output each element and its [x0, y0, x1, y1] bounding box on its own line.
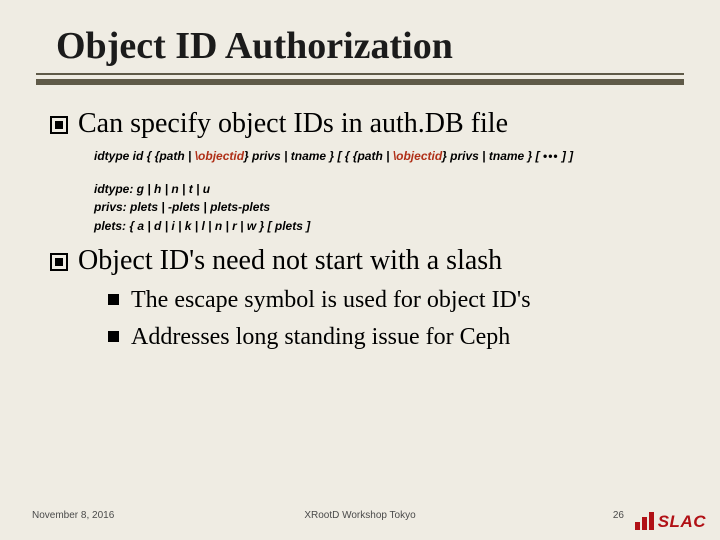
code-seg: } privs | tname } [: [442, 149, 543, 163]
content: Can specify object IDs in auth.DB file i…: [50, 106, 684, 353]
slide-title: Object ID Authorization: [56, 24, 684, 68]
bullet-icon: [50, 116, 68, 134]
bullet-lvl1: Can specify object IDs in auth.DB file: [50, 106, 684, 141]
code-key: \objectid: [195, 149, 244, 163]
code-line: plets: { a | d | i | k | l | n | r | w }…: [94, 217, 684, 236]
slac-logo: SLAC: [635, 512, 706, 530]
title-rule: [36, 70, 684, 84]
sub-bullet-text: The escape symbol is used for object ID'…: [131, 284, 531, 316]
code-line: privs: plets | -plets | plets-plets: [94, 198, 684, 217]
bullet-icon: [50, 253, 68, 271]
rule-notch: [46, 91, 58, 105]
square-bullet-icon: [108, 294, 119, 305]
code-line: idtype: g | h | n | t | u: [94, 180, 684, 199]
sub-bullet-text: Addresses long standing issue for Ceph: [131, 321, 510, 353]
bullet-lvl1: Object ID's need not start with a slash: [50, 243, 684, 278]
code-seg: ] ]: [559, 149, 574, 163]
ellipsis-icon: •••: [543, 149, 559, 163]
slac-logo-text: SLAC: [658, 513, 706, 530]
slac-mark-icon: [635, 512, 654, 530]
bullet-lvl2: Addresses long standing issue for Ceph: [108, 321, 684, 353]
title-block: Object ID Authorization: [56, 24, 684, 68]
square-bullet-icon: [108, 331, 119, 342]
code-block: idtype id { {path | \objectid} privs | t…: [94, 147, 684, 235]
code-line: idtype id { {path | \objectid} privs | t…: [94, 147, 684, 166]
page-number: 26: [613, 510, 624, 521]
code-seg: idtype id { {path |: [94, 149, 195, 163]
code-seg: } privs | tname } [ { {path |: [244, 149, 393, 163]
bullet-lvl2: The escape symbol is used for object ID'…: [108, 284, 684, 316]
bullet-text: Object ID's need not start with a slash: [78, 243, 502, 278]
code-key: \objectid: [393, 149, 442, 163]
slide: Object ID Authorization Can specify obje…: [0, 0, 720, 540]
footer: November 8, 2016 XRootD Workshop Tokyo 2…: [0, 502, 720, 528]
bullet-text: Can specify object IDs in auth.DB file: [78, 106, 508, 141]
